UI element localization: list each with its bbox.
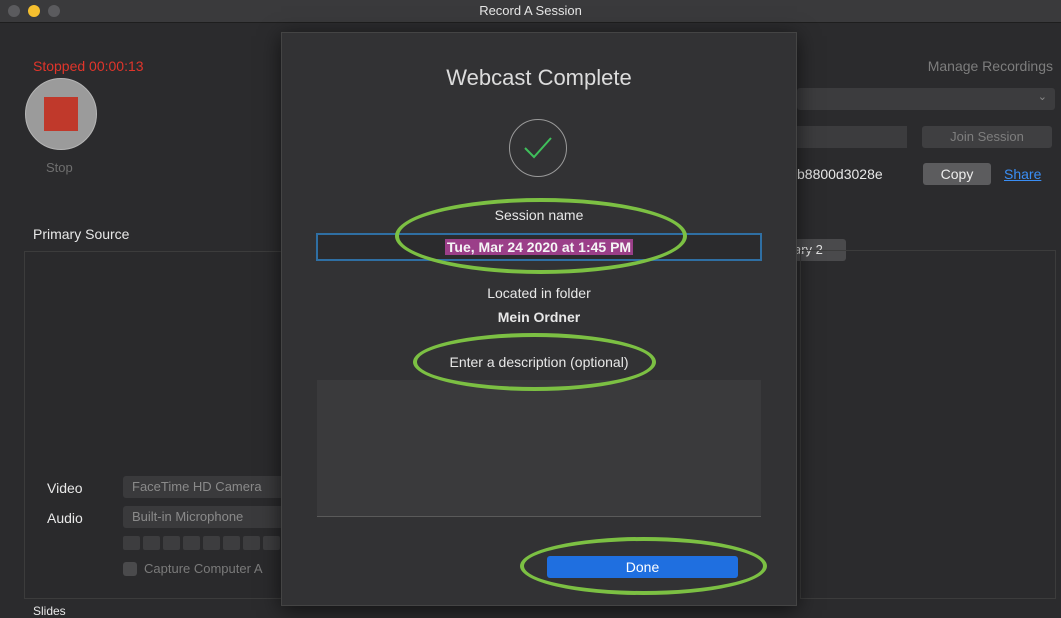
share-link[interactable]: Share: [1004, 166, 1041, 182]
webcast-complete-dialog: Webcast Complete Session name Tue, Mar 2…: [281, 32, 797, 606]
audio-source-select[interactable]: Built-in Microphone: [123, 506, 293, 528]
session-name-input[interactable]: Tue, Mar 24 2020 at 1:45 PM: [316, 233, 762, 261]
capture-computer-audio-label: Capture Computer A: [144, 561, 263, 576]
manage-recordings-link[interactable]: Manage Recordings: [928, 58, 1053, 74]
meter-segment: [243, 536, 260, 550]
slides-label: Slides: [33, 604, 66, 618]
video-label: Video: [47, 480, 83, 496]
chevron-down-icon: ⌄: [1037, 91, 1047, 103]
title-bar: Record A Session: [0, 0, 1061, 23]
meter-segment: [183, 536, 200, 550]
meter-segment: [163, 536, 180, 550]
done-button[interactable]: Done: [547, 556, 738, 578]
folder-label: Located in folder: [487, 285, 591, 301]
audio-level-meter: [123, 536, 280, 550]
copy-button[interactable]: Copy: [923, 163, 991, 185]
join-session-input[interactable]: [797, 126, 907, 148]
meter-segment: [123, 536, 140, 550]
secondary-source-panel: [800, 250, 1056, 599]
recording-status: Stopped 00:00:13: [33, 58, 144, 74]
capture-computer-audio-checkbox[interactable]: [123, 562, 137, 576]
dialog-title: Webcast Complete: [446, 65, 632, 90]
video-source-select[interactable]: FaceTime HD Camera: [123, 476, 293, 498]
stop-label: Stop: [46, 160, 73, 175]
stop-button[interactable]: [25, 78, 97, 150]
meter-segment: [203, 536, 220, 550]
session-id-text: b8800d3028e: [797, 166, 883, 182]
primary-source-label: Primary Source: [33, 226, 130, 242]
join-session-button[interactable]: Join Session: [922, 126, 1052, 148]
audio-label: Audio: [47, 510, 83, 526]
meter-segment: [263, 536, 280, 550]
session-name-value: Tue, Mar 24 2020 at 1:45 PM: [444, 239, 634, 255]
window-title: Record A Session: [479, 3, 582, 18]
folder-name: Mein Ordner: [497, 309, 581, 325]
description-label: Enter a description (optional): [449, 354, 629, 370]
meter-segment: [223, 536, 240, 550]
session-name-label: Session name: [494, 207, 584, 223]
meter-segment: [143, 536, 160, 550]
folder-select[interactable]: ⌄: [797, 88, 1055, 110]
checkmark-icon: [509, 119, 567, 177]
stop-icon: [44, 97, 78, 131]
description-textarea[interactable]: [317, 380, 761, 517]
